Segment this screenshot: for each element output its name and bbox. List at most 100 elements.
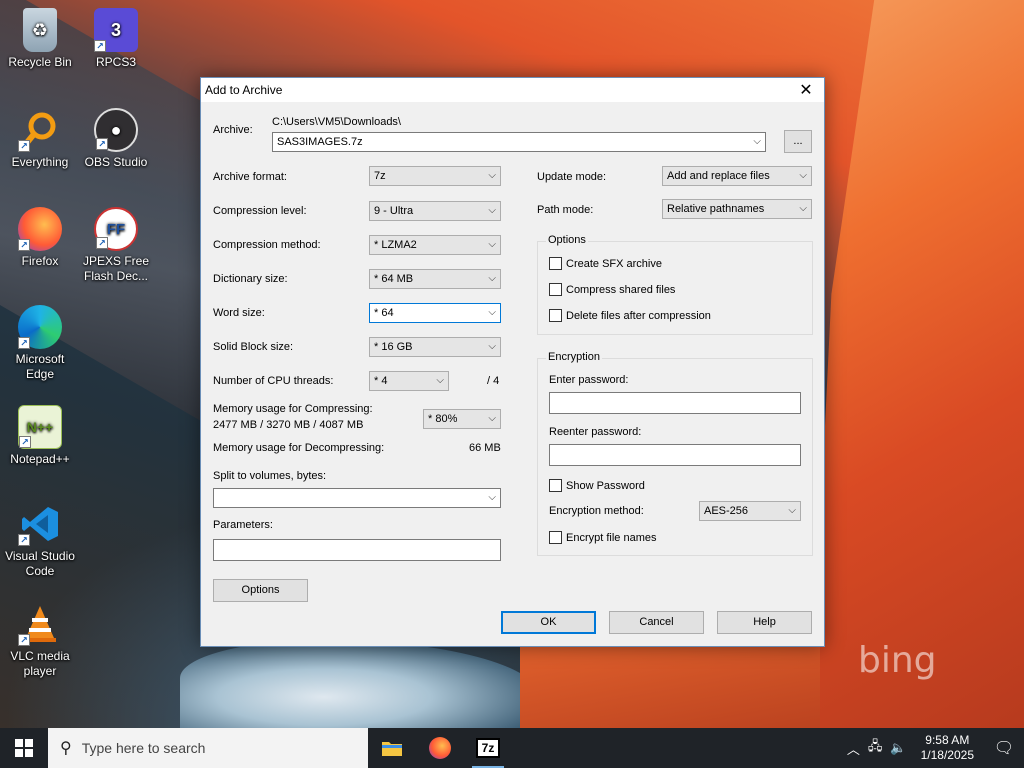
help-button[interactable]: Help <box>717 611 812 634</box>
desktop-icon-label: VLC media player <box>10 649 70 678</box>
edge-icon: ↗ <box>18 305 62 349</box>
desktop-icon-vlc[interactable]: ↗ VLC media player <box>2 602 78 679</box>
chevron-down-icon: ⌵ <box>799 170 807 181</box>
parameters-input[interactable] <box>213 539 501 561</box>
everything-icon: ↗ <box>18 108 62 152</box>
firefox-icon: ↗ <box>18 207 62 251</box>
split-volumes-combo[interactable]: ⌵ <box>213 488 501 508</box>
compression-method-value: * LZMA2 <box>374 239 417 251</box>
desktop-icon-label: Notepad++ <box>10 452 70 466</box>
taskbar-firefox[interactable] <box>416 728 464 768</box>
dictionary-size-select[interactable]: * 64 MB ⌵ <box>369 269 501 289</box>
close-icon[interactable]: ✕ <box>788 78 824 102</box>
mem-compress-label: Memory usage for Compressing: <box>213 403 373 415</box>
desktop-icon-label: Firefox <box>21 254 59 268</box>
chevron-down-icon: ⌵ <box>488 341 496 352</box>
solid-block-size-select[interactable]: * 16 GB ⌵ <box>369 337 501 357</box>
reenter-password-input[interactable] <box>549 444 801 466</box>
mem-compress-select[interactable]: * 80% ⌵ <box>423 409 501 429</box>
reenter-password-label: Reenter password: <box>549 426 642 438</box>
checkbox-box <box>549 257 562 270</box>
network-icon[interactable]: 🖧 <box>864 737 887 759</box>
compression-method-label: Compression method: <box>213 239 321 251</box>
chevron-down-icon: ⌵ <box>488 307 496 318</box>
vscode-icon: ↗ <box>18 502 62 546</box>
chevron-down-icon: ⌵ <box>788 505 796 516</box>
dictionary-size-label: Dictionary size: <box>213 273 288 285</box>
show-password-label: Show Password <box>566 479 645 492</box>
archive-name-value: SAS3IMAGES.7z <box>277 136 363 148</box>
cpu-threads-select[interactable]: * 4 ⌵ <box>369 371 449 391</box>
clock-time: 9:58 AM <box>925 733 970 747</box>
system-tray: ︿ 🖧 🔈 9:58 AM 1/18/2025 🗨 <box>843 728 1024 768</box>
update-mode-select[interactable]: Add and replace files ⌵ <box>662 166 812 186</box>
start-button[interactable] <box>0 728 48 768</box>
password-input[interactable] <box>549 392 801 414</box>
options-group-title: Options <box>546 234 588 246</box>
create-sfx-checkbox[interactable]: Create SFX archive <box>549 257 662 270</box>
wallpaper-bridge-base <box>520 645 820 735</box>
desktop-icon-jpexs[interactable]: FF ↗ JPEXS Free Flash Dec... <box>78 207 154 284</box>
volume-icon[interactable]: 🔈 <box>886 740 910 756</box>
desktop-icon-vscode[interactable]: ↗ Visual Studio Code <box>2 502 78 579</box>
clock[interactable]: 9:58 AM 1/18/2025 <box>911 733 984 763</box>
chevron-down-icon: ⌵ <box>488 413 496 424</box>
search-icon: ⚲ <box>60 740 72 757</box>
mem-compress-detail: 2477 MB / 3270 MB / 4087 MB <box>213 419 364 431</box>
archive-format-select[interactable]: 7z ⌵ <box>369 166 501 186</box>
mem-decompress-label: Memory usage for Decompressing: <box>213 442 385 454</box>
desktop-icon-label: RPCS3 <box>95 55 136 69</box>
word-size-value: * 64 <box>374 307 394 319</box>
cancel-button[interactable]: Cancel <box>609 611 704 634</box>
jpexs-icon: FF ↗ <box>94 207 138 251</box>
solid-block-size-value: * 16 GB <box>374 341 413 353</box>
taskbar-search-box[interactable]: ⚲ Type here to search <box>48 728 368 768</box>
desktop-icon-everything[interactable]: ↗ Everything <box>2 108 78 170</box>
dialog-titlebar: Add to Archive ✕ <box>201 78 824 102</box>
desktop-icon-label: JPEXS Free Flash Dec... <box>82 254 150 283</box>
7zip-icon: 7z <box>476 738 500 758</box>
show-password-checkbox[interactable]: Show Password <box>549 479 645 492</box>
taskbar-7zip[interactable]: 7z <box>464 728 512 768</box>
archive-format-value: 7z <box>374 170 386 182</box>
compress-shared-checkbox[interactable]: Compress shared files <box>549 283 675 296</box>
notification-icon[interactable]: 🗨 <box>984 728 1024 768</box>
enter-password-label: Enter password: <box>549 374 629 386</box>
path-mode-select[interactable]: Relative pathnames ⌵ <box>662 199 812 219</box>
chevron-down-icon: ⌵ <box>488 170 496 181</box>
ok-button[interactable]: OK <box>501 611 596 634</box>
encrypt-names-label: Encrypt file names <box>566 531 657 544</box>
desktop-icon-rpcs3[interactable]: 3 ↗ RPCS3 <box>78 8 154 70</box>
taskbar-file-explorer[interactable] <box>368 728 416 768</box>
desktop-icon-edge[interactable]: ↗ Microsoft Edge <box>2 305 78 382</box>
checkbox-box <box>549 531 562 544</box>
desktop-icon-recycle-bin[interactable]: ♻ Recycle Bin <box>2 8 78 70</box>
delete-after-checkbox[interactable]: Delete files after compression <box>549 309 711 322</box>
solid-block-size-label: Solid Block size: <box>213 341 294 353</box>
compression-method-select[interactable]: * LZMA2 ⌵ <box>369 235 501 255</box>
checkbox-box <box>549 283 562 296</box>
desktop-icon-label: Recycle Bin <box>8 55 72 69</box>
wallpaper-bridge-tower <box>810 0 1024 735</box>
options-button[interactable]: Options <box>213 579 308 602</box>
encryption-method-select[interactable]: AES-256 ⌵ <box>699 501 801 521</box>
desktop-icon-firefox[interactable]: ↗ Firefox <box>2 207 78 269</box>
compression-level-select[interactable]: 9 - Ultra ⌵ <box>369 201 501 221</box>
encryption-group-title: Encryption <box>546 351 602 363</box>
archive-path: C:\Users\VM5\Downloads\ <box>272 116 401 128</box>
desktop-icon-notepadpp[interactable]: N++ ↗ Notepad++ <box>2 405 78 467</box>
obs-studio-icon: ● ↗ <box>94 108 138 152</box>
path-mode-label: Path mode: <box>537 204 594 216</box>
archive-name-combo[interactable]: SAS3IMAGES.7z ⌵ <box>272 132 766 152</box>
desktop-icon-label: Microsoft Edge <box>15 352 65 381</box>
desktop-icon-obs-studio[interactable]: ● ↗ OBS Studio <box>78 108 154 170</box>
word-size-select[interactable]: * 64 ⌵ <box>369 303 501 323</box>
compression-level-label: Compression level: <box>213 205 307 217</box>
encrypt-names-checkbox[interactable]: Encrypt file names <box>549 531 656 544</box>
archive-format-label: Archive format: <box>213 171 287 183</box>
chevron-down-icon: ⌵ <box>799 203 807 214</box>
delete-after-label: Delete files after compression <box>566 309 711 322</box>
chevron-up-icon[interactable]: ︿ <box>843 739 864 758</box>
browse-button[interactable]: ... <box>784 130 812 153</box>
parameters-label: Parameters: <box>213 519 273 531</box>
